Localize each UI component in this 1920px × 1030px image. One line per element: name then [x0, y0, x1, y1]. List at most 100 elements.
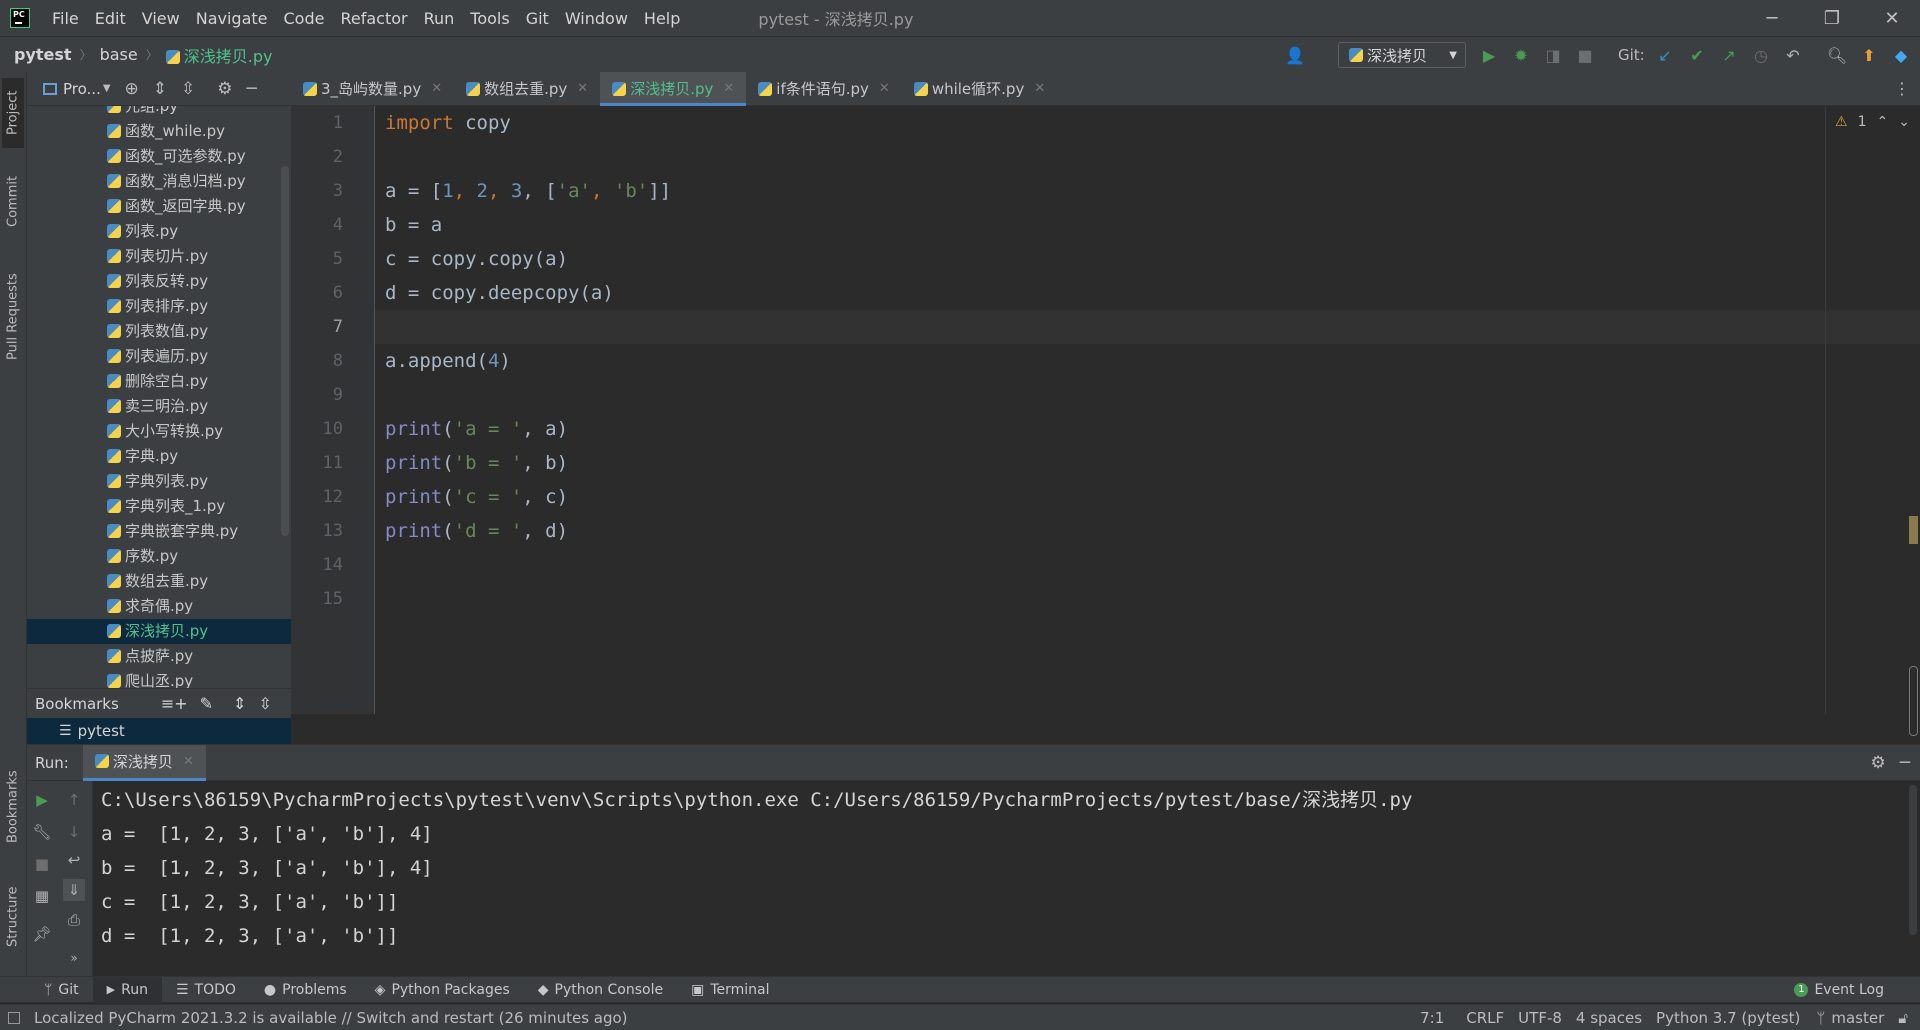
- collapse-all-icon[interactable]: ⇳: [258, 694, 271, 713]
- line-separator[interactable]: CRLF: [1466, 1009, 1504, 1027]
- close-icon[interactable]: ✕: [879, 81, 890, 96]
- tool-tab-git[interactable]: ᛘ Git: [30, 977, 93, 1003]
- tree-item[interactable]: 列表反转.py: [27, 269, 291, 294]
- tree-item[interactable]: 字典.py: [27, 444, 291, 469]
- warning-marker[interactable]: [1909, 516, 1918, 544]
- tool-tab-pull-requests[interactable]: Pull Requests: [2, 262, 24, 372]
- tree-item[interactable]: 字典嵌套字典.py: [27, 519, 291, 544]
- tree-item[interactable]: 函数_可选参数.py: [27, 144, 291, 169]
- close-icon[interactable]: ✕: [431, 81, 442, 96]
- tree-scrollbar[interactable]: [281, 166, 289, 536]
- menu-navigate[interactable]: Navigate: [188, 9, 276, 28]
- tree-item[interactable]: 爬山丞.py: [27, 669, 291, 688]
- arrow-up-icon[interactable]: ↑: [63, 789, 85, 811]
- stop-icon[interactable]: ■: [31, 853, 53, 875]
- tree-item[interactable]: 大小写转换.py: [27, 419, 291, 444]
- file-encoding[interactable]: UTF-8: [1518, 1009, 1562, 1027]
- status-message[interactable]: Localized PyCharm 2021.3.2 is available …: [34, 1009, 628, 1027]
- layout-icon[interactable]: ▦: [31, 885, 53, 907]
- menu-view[interactable]: View: [134, 9, 188, 28]
- expand-all-icon[interactable]: ⇕: [153, 79, 167, 99]
- editor-tab[interactable]: 数组去重.py ✕: [454, 72, 600, 106]
- tree-item[interactable]: 函数_while.py: [27, 119, 291, 144]
- pycharm-logo-icon[interactable]: [10, 8, 30, 28]
- bookmarks-list-item[interactable]: ☰ pytest: [27, 718, 291, 744]
- menu-tools[interactable]: Tools: [462, 9, 517, 28]
- menu-window[interactable]: Window: [557, 9, 636, 28]
- tree-item[interactable]: 元组.py: [27, 106, 291, 119]
- breadcrumb-folder[interactable]: base: [92, 45, 138, 64]
- inspection-widget[interactable]: ⚠ 1 ⌃ ⌄: [1835, 114, 1910, 130]
- menu-help[interactable]: Help: [636, 9, 688, 28]
- wrench-icon[interactable]: 🔧︎: [31, 821, 53, 843]
- chevron-up-icon[interactable]: ⌃: [1876, 114, 1888, 130]
- minimize-button[interactable]: ─: [1744, 0, 1800, 36]
- account-icon[interactable]: 👤: [1284, 44, 1306, 66]
- lock-icon[interactable]: 🔓︎: [1898, 1009, 1908, 1027]
- pin-icon[interactable]: 📌︎: [31, 923, 53, 945]
- update-icon[interactable]: ⬆: [1858, 44, 1880, 66]
- scroll-to-end-icon[interactable]: ⇓: [63, 879, 85, 901]
- tool-tab-structure[interactable]: Structure: [2, 872, 24, 962]
- project-view-select[interactable]: Pro...: [63, 80, 101, 98]
- tree-item[interactable]: 列表遍历.py: [27, 344, 291, 369]
- tree-item[interactable]: 列表切片.py: [27, 244, 291, 269]
- editor-scrollbar[interactable]: [1909, 136, 1918, 736]
- breadcrumb-project[interactable]: pytest: [0, 45, 72, 64]
- close-icon[interactable]: ✕: [183, 754, 194, 769]
- more-icon[interactable]: »: [63, 947, 85, 969]
- run-configuration-select[interactable]: 深浅拷贝 ▼: [1338, 42, 1466, 68]
- tool-tab-python-console[interactable]: ◆ Python Console: [524, 977, 677, 1003]
- menu-edit[interactable]: Edit: [87, 9, 134, 28]
- tool-tab-project[interactable]: Project: [2, 78, 24, 148]
- console-output[interactable]: C:\Users\86159\PycharmProjects\pytest\ve…: [101, 783, 1901, 953]
- tree-item[interactable]: 列表排序.py: [27, 294, 291, 319]
- tab-options-icon[interactable]: ⋮: [1894, 79, 1910, 98]
- tree-item[interactable]: 函数_返回字典.py: [27, 194, 291, 219]
- close-icon[interactable]: ✕: [577, 81, 588, 96]
- run-icon[interactable]: ▶: [1478, 44, 1500, 66]
- menu-run[interactable]: Run: [416, 9, 463, 28]
- chevron-down-icon[interactable]: ⌄: [1898, 114, 1910, 130]
- console-scrollbar[interactable]: [1909, 785, 1917, 935]
- expand-all-icon[interactable]: ⇕: [233, 694, 246, 713]
- arrow-down-icon[interactable]: ↓: [63, 821, 85, 843]
- tree-item[interactable]: 点披萨.py: [27, 644, 291, 669]
- rollback-icon[interactable]: ↶: [1782, 44, 1804, 66]
- history-icon[interactable]: ◷: [1750, 44, 1772, 66]
- print-icon[interactable]: ⎙: [63, 909, 85, 931]
- tree-item[interactable]: 列表数值.py: [27, 319, 291, 344]
- tool-tab-terminal[interactable]: ▣ Terminal: [677, 977, 783, 1003]
- tree-item[interactable]: 函数_消息归档.py: [27, 169, 291, 194]
- plugin-icon[interactable]: ◆: [1890, 44, 1912, 66]
- gear-icon[interactable]: ⚙: [1871, 753, 1886, 773]
- tool-tab-todo[interactable]: ☰ TODO: [162, 977, 250, 1003]
- menu-refactor[interactable]: Refactor: [332, 9, 415, 28]
- tree-item[interactable]: 数组去重.py: [27, 569, 291, 594]
- editor-tab[interactable]: if条件语句.py ✕: [746, 72, 902, 106]
- add-bookmark-list-icon[interactable]: ≡+: [161, 694, 188, 713]
- tool-tab-python-packages[interactable]: ◈ Python Packages: [361, 977, 524, 1003]
- soft-wrap-icon[interactable]: ↩: [63, 849, 85, 871]
- tree-item[interactable]: 卖三明治.py: [27, 394, 291, 419]
- tree-item[interactable]: 删除空白.py: [27, 369, 291, 394]
- git-branch[interactable]: master: [1831, 1009, 1884, 1027]
- event-log-button[interactable]: 1 Event Log: [1780, 977, 1898, 1003]
- tree-item[interactable]: 求奇偶.py: [27, 594, 291, 619]
- run-tab[interactable]: 深浅拷贝 ✕: [82, 744, 206, 781]
- menu-file[interactable]: File: [44, 9, 87, 28]
- code-editor[interactable]: 1 2 3 4 5 6 7 8 9 10 11 12 13 14 15 impo…: [291, 106, 1920, 736]
- hide-panel-icon[interactable]: ─: [1900, 753, 1910, 773]
- git-commit-icon[interactable]: ✔: [1686, 44, 1708, 66]
- rerun-icon[interactable]: ▶: [31, 789, 53, 811]
- edit-icon[interactable]: ✎: [200, 694, 213, 713]
- tree-item[interactable]: 序数.py: [27, 544, 291, 569]
- git-push-icon[interactable]: ↗: [1718, 44, 1740, 66]
- tool-tab-run[interactable]: ▶ Run: [92, 976, 162, 1003]
- tool-tab-bookmarks[interactable]: Bookmarks: [2, 762, 24, 852]
- python-interpreter[interactable]: Python 3.7 (pytest): [1656, 1009, 1800, 1027]
- breadcrumb-file[interactable]: 深浅拷贝.py: [158, 43, 272, 67]
- editor-tab[interactable]: 3_岛屿数量.py ✕: [291, 72, 454, 106]
- close-icon[interactable]: ✕: [1034, 81, 1045, 96]
- caret-position[interactable]: 7:1: [1420, 1009, 1444, 1027]
